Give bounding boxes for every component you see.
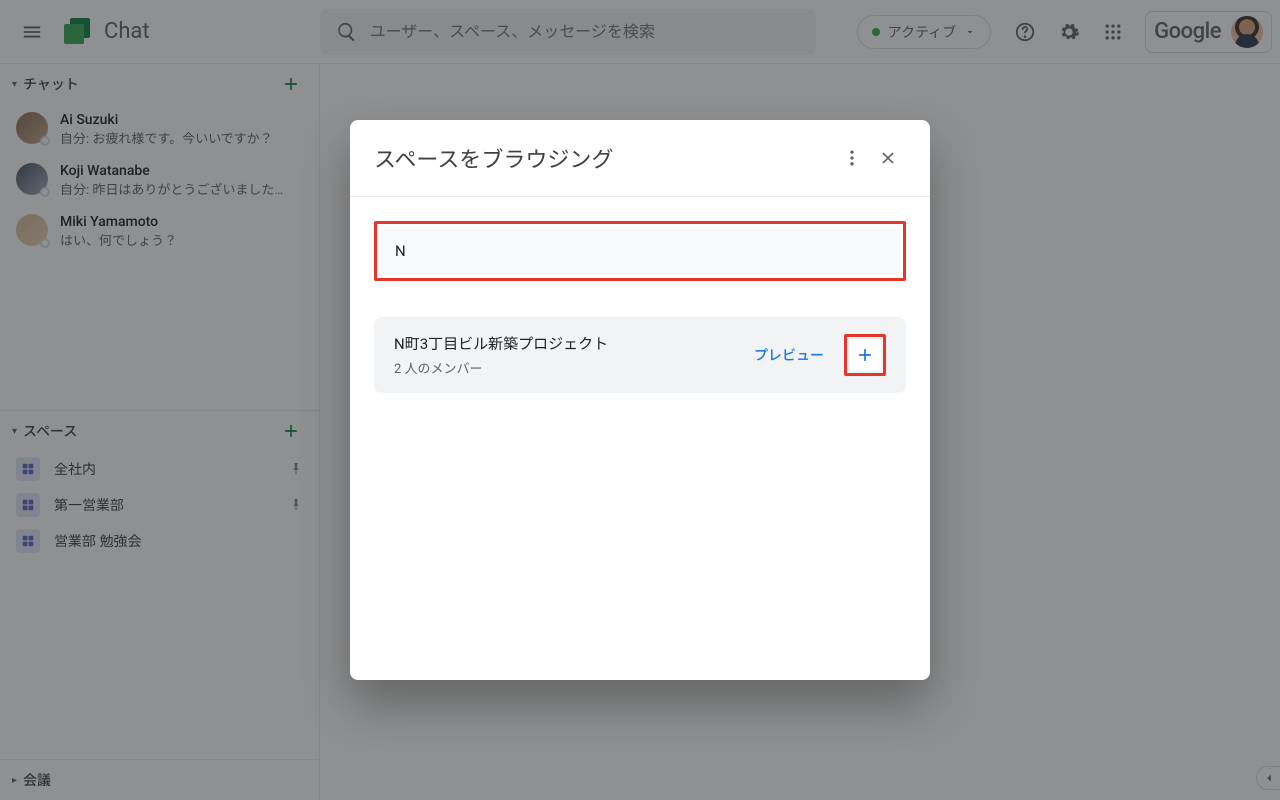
space-search-input[interactable]: [381, 228, 899, 274]
dialog-header: スペースをブラウジング: [350, 120, 930, 197]
dialog-title: スペースをブラウジング: [374, 142, 834, 174]
preview-link[interactable]: プレビュー: [754, 345, 824, 365]
highlight-search-field: [374, 221, 906, 281]
result-members: 2 人のメンバー: [394, 358, 738, 377]
browse-spaces-dialog: スペースをブラウジング N町3丁目ビル新築プロジェクト 2 人のメンバー プレビ…: [350, 120, 930, 680]
more-vert-icon: [842, 148, 862, 168]
highlight-join-button: [844, 334, 886, 376]
dialog-body: N町3丁目ビル新築プロジェクト 2 人のメンバー プレビュー: [350, 197, 930, 417]
dialog-more-button[interactable]: [834, 140, 870, 176]
modal-scrim[interactable]: スペースをブラウジング N町3丁目ビル新築プロジェクト 2 人のメンバー プレビ…: [0, 0, 1280, 800]
plus-icon: [855, 345, 875, 365]
space-result-item[interactable]: N町3丁目ビル新築プロジェクト 2 人のメンバー プレビュー: [374, 317, 906, 393]
result-name: N町3丁目ビル新築プロジェクト: [394, 333, 738, 354]
result-info: N町3丁目ビル新築プロジェクト 2 人のメンバー: [394, 333, 738, 377]
close-icon: [878, 148, 898, 168]
dialog-close-button[interactable]: [870, 140, 906, 176]
join-space-button[interactable]: [849, 339, 881, 371]
